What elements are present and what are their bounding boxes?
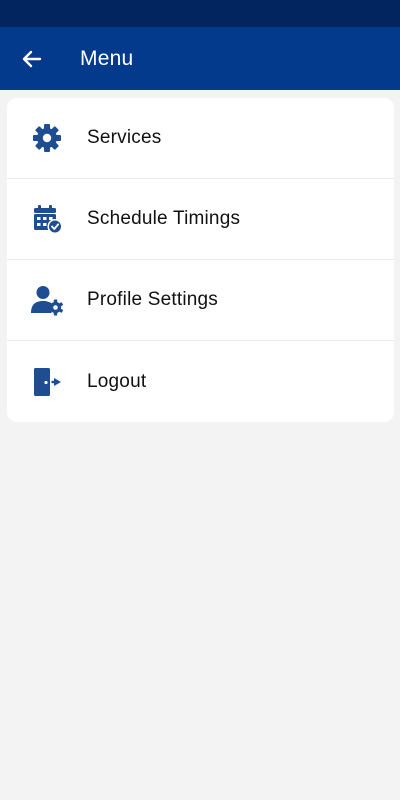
menu-item-label: Logout	[87, 370, 147, 392]
back-button[interactable]	[0, 27, 64, 90]
calendar-check-icon	[34, 205, 63, 234]
menu-item-logout[interactable]: Logout	[7, 341, 394, 422]
menu-item-label: Profile Settings	[87, 289, 218, 310]
page-title: Menu	[80, 46, 134, 70]
menu-item-profile-settings[interactable]: Profile Settings	[7, 260, 394, 341]
app-bar: Menu	[0, 27, 400, 90]
gear-icon	[33, 124, 61, 152]
arrow-left-icon	[22, 50, 42, 67]
logout-door-icon	[34, 367, 61, 396]
menu-item-label: Schedule Timings	[87, 208, 241, 229]
menu-list: Services Schedule Timings Profile Settin…	[7, 98, 394, 422]
menu-item-label: Services	[87, 127, 162, 148]
user-gear-icon	[31, 286, 64, 316]
menu-item-services[interactable]: Services	[7, 98, 394, 179]
status-bar	[0, 0, 400, 27]
menu-item-schedule-timings[interactable]: Schedule Timings	[7, 179, 394, 260]
